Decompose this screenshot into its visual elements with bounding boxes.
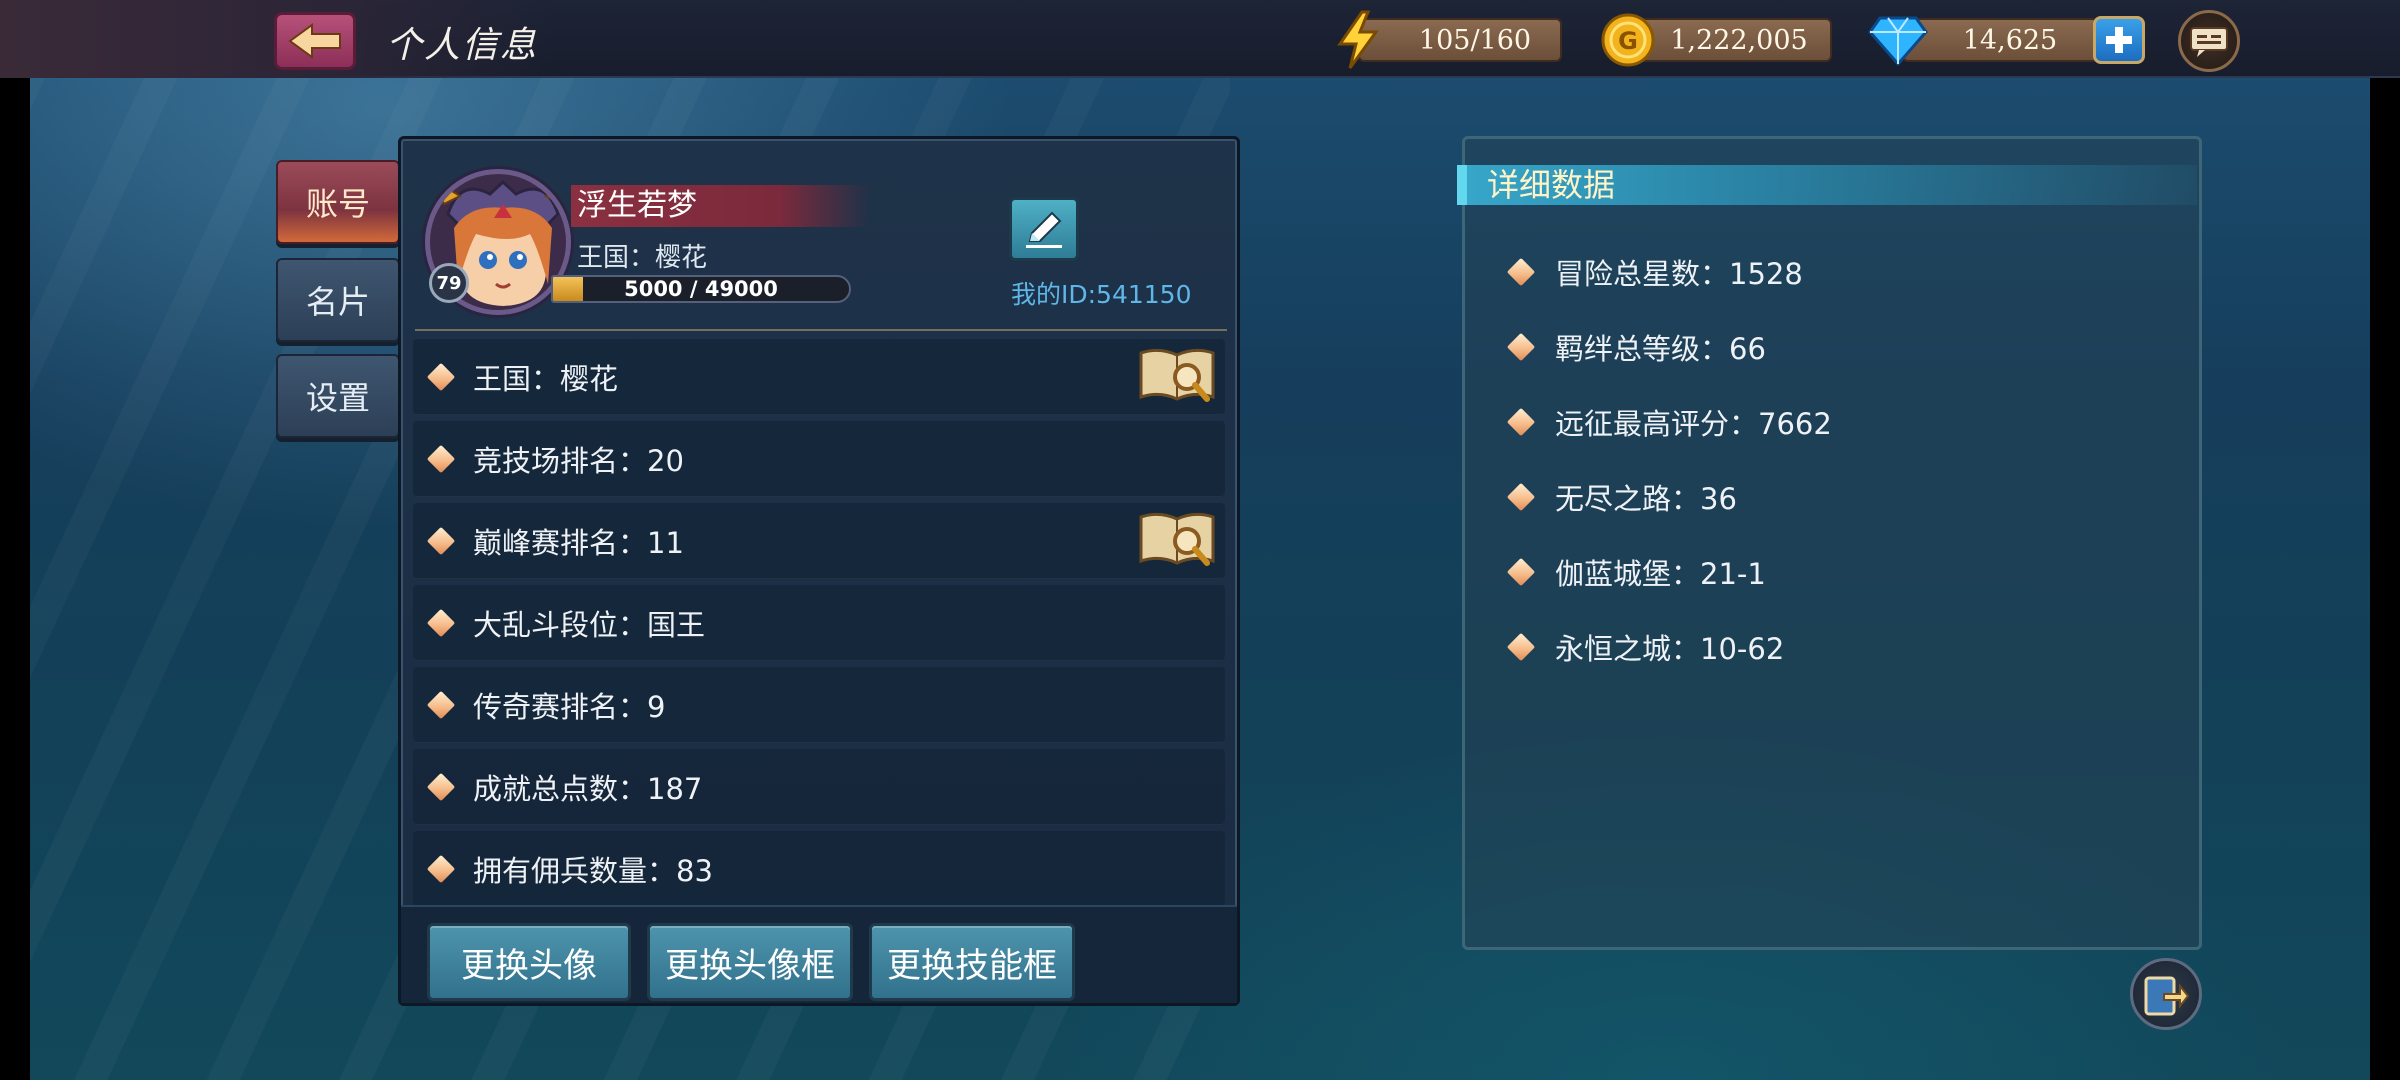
detail-row: 远征最高评分：7662 bbox=[1506, 401, 1832, 443]
gem-counter: 14,625 bbox=[1902, 18, 2098, 62]
diamond-bullet-icon bbox=[1506, 557, 1536, 587]
tab-settings-label: 设置 bbox=[305, 379, 370, 417]
energy-counter: 105/160 bbox=[1358, 18, 1562, 62]
svg-text:G: G bbox=[1618, 27, 1638, 55]
diamond-bullet-icon bbox=[1506, 632, 1536, 662]
stat-row-arena: 竞技场排名：20 bbox=[413, 421, 1225, 497]
stat-text: 巅峰赛排名：11 bbox=[473, 526, 684, 560]
stat-row-achievement: 成就总点数：187 bbox=[413, 749, 1225, 825]
share-button[interactable] bbox=[2130, 958, 2202, 1030]
change-skill-frame-button[interactable]: 更换技能框 bbox=[869, 923, 1075, 1001]
exp-bar: 5000 / 49000 bbox=[551, 275, 851, 303]
lightning-icon bbox=[1337, 10, 1379, 69]
diamond-bullet-icon bbox=[1506, 257, 1536, 287]
detail-text: 羁绊总等级：66 bbox=[1555, 332, 1766, 366]
action-bar: 更换头像 更换头像框 更换技能框 bbox=[401, 905, 1237, 1003]
player-id: 我的ID:541150 bbox=[1011, 280, 1192, 309]
gem-value: 14,625 bbox=[1962, 24, 2058, 56]
change-avatar-label: 更换头像 bbox=[461, 945, 597, 986]
diamond-bullet-icon bbox=[426, 526, 456, 556]
tab-account-label: 账号 bbox=[305, 185, 370, 223]
stat-text: 成就总点数：187 bbox=[473, 772, 703, 806]
exp-text: 5000 / 49000 bbox=[624, 277, 778, 301]
gold-value: 1,222,005 bbox=[1670, 24, 1808, 56]
diamond-bullet-icon bbox=[1506, 407, 1536, 437]
back-button[interactable] bbox=[274, 12, 356, 70]
divider bbox=[415, 329, 1227, 331]
change-avatar-button[interactable]: 更换头像 bbox=[427, 923, 631, 1001]
energy-value: 105/160 bbox=[1418, 24, 1532, 56]
page-title: 个人信息 bbox=[386, 25, 539, 66]
stat-text: 竞技场排名：20 bbox=[473, 444, 684, 478]
arrow-left-icon bbox=[288, 23, 341, 59]
detail-text: 伽蓝城堡：21-1 bbox=[1555, 557, 1766, 591]
detail-row: 羁绊总等级：66 bbox=[1506, 326, 1766, 368]
stat-text: 拥有佣兵数量：83 bbox=[473, 854, 713, 888]
detail-row: 冒险总星数：1528 bbox=[1506, 251, 1803, 293]
player-kingdom: 王国：樱花 bbox=[577, 243, 708, 273]
stat-row-brawl: 大乱斗段位：国王 bbox=[413, 585, 1225, 661]
diamond-bullet-icon bbox=[426, 690, 456, 720]
book-search-icon[interactable] bbox=[1137, 343, 1217, 407]
tab-card[interactable]: 名片 bbox=[276, 258, 400, 342]
diamond-bullet-icon bbox=[426, 444, 456, 474]
top-bar: 个人信息 105/160 1,222,005 G 14,625 bbox=[0, 0, 2400, 78]
stat-text: 大乱斗段位：国王 bbox=[473, 608, 706, 642]
add-gems-button[interactable] bbox=[2093, 16, 2145, 64]
tab-account[interactable]: 账号 bbox=[276, 160, 400, 244]
change-frame-label: 更换头像框 bbox=[665, 945, 835, 986]
diamond-bullet-icon bbox=[426, 854, 456, 884]
edit-profile-button[interactable] bbox=[1009, 197, 1079, 261]
detail-text: 冒险总星数：1528 bbox=[1555, 257, 1803, 291]
detail-text: 永恒之城：10-62 bbox=[1555, 632, 1785, 666]
stat-text: 传奇赛排名：9 bbox=[473, 690, 666, 724]
tab-settings[interactable]: 设置 bbox=[276, 354, 400, 438]
change-frame-button[interactable]: 更换头像框 bbox=[647, 923, 853, 1001]
detail-panel: 详细数据 冒险总星数：1528 羁绊总等级：66 远征最高评分：7662 无尽之… bbox=[1457, 136, 2202, 950]
account-panel: 79 浮生若梦 王国：樱花 5000 / 49000 我的ID:541150 王… bbox=[398, 136, 1240, 1006]
chat-button[interactable] bbox=[2178, 10, 2240, 72]
detail-row: 伽蓝城堡：21-1 bbox=[1506, 551, 1766, 593]
stat-text: 王国：樱花 bbox=[473, 362, 619, 396]
plus-icon bbox=[2106, 27, 2132, 53]
stat-row-mercenary: 拥有佣兵数量：83 bbox=[413, 831, 1225, 907]
change-skill-frame-label: 更换技能框 bbox=[887, 945, 1057, 986]
chat-icon bbox=[2190, 27, 2228, 57]
pencil-icon bbox=[1026, 211, 1062, 248]
detail-title: 详细数据 bbox=[1487, 166, 1616, 204]
stat-row-legend: 传奇赛排名：9 bbox=[413, 667, 1225, 743]
diamond-bullet-icon bbox=[1506, 332, 1536, 362]
diamond-bullet-icon bbox=[426, 772, 456, 802]
player-name: 浮生若梦 bbox=[571, 185, 871, 227]
stat-row-kingdom: 王国：樱花 bbox=[413, 339, 1225, 415]
detail-text: 远征最高评分：7662 bbox=[1555, 407, 1832, 441]
diamond-bullet-icon bbox=[426, 608, 456, 638]
diamond-bullet-icon bbox=[426, 362, 456, 392]
tab-card-label: 名片 bbox=[305, 283, 370, 321]
detail-row: 永恒之城：10-62 bbox=[1506, 626, 1785, 668]
detail-text: 无尽之路：36 bbox=[1555, 482, 1737, 516]
book-search-icon[interactable] bbox=[1137, 507, 1217, 571]
level-badge: 79 bbox=[429, 263, 469, 303]
stat-row-peak: 巅峰赛排名：11 bbox=[413, 503, 1225, 579]
detail-row: 无尽之路：36 bbox=[1506, 476, 1737, 518]
diamond-bullet-icon bbox=[1506, 482, 1536, 512]
share-export-icon bbox=[2144, 976, 2190, 1016]
gold-coin-icon: G bbox=[1601, 13, 1655, 67]
diamond-gem-icon bbox=[1868, 16, 1928, 66]
